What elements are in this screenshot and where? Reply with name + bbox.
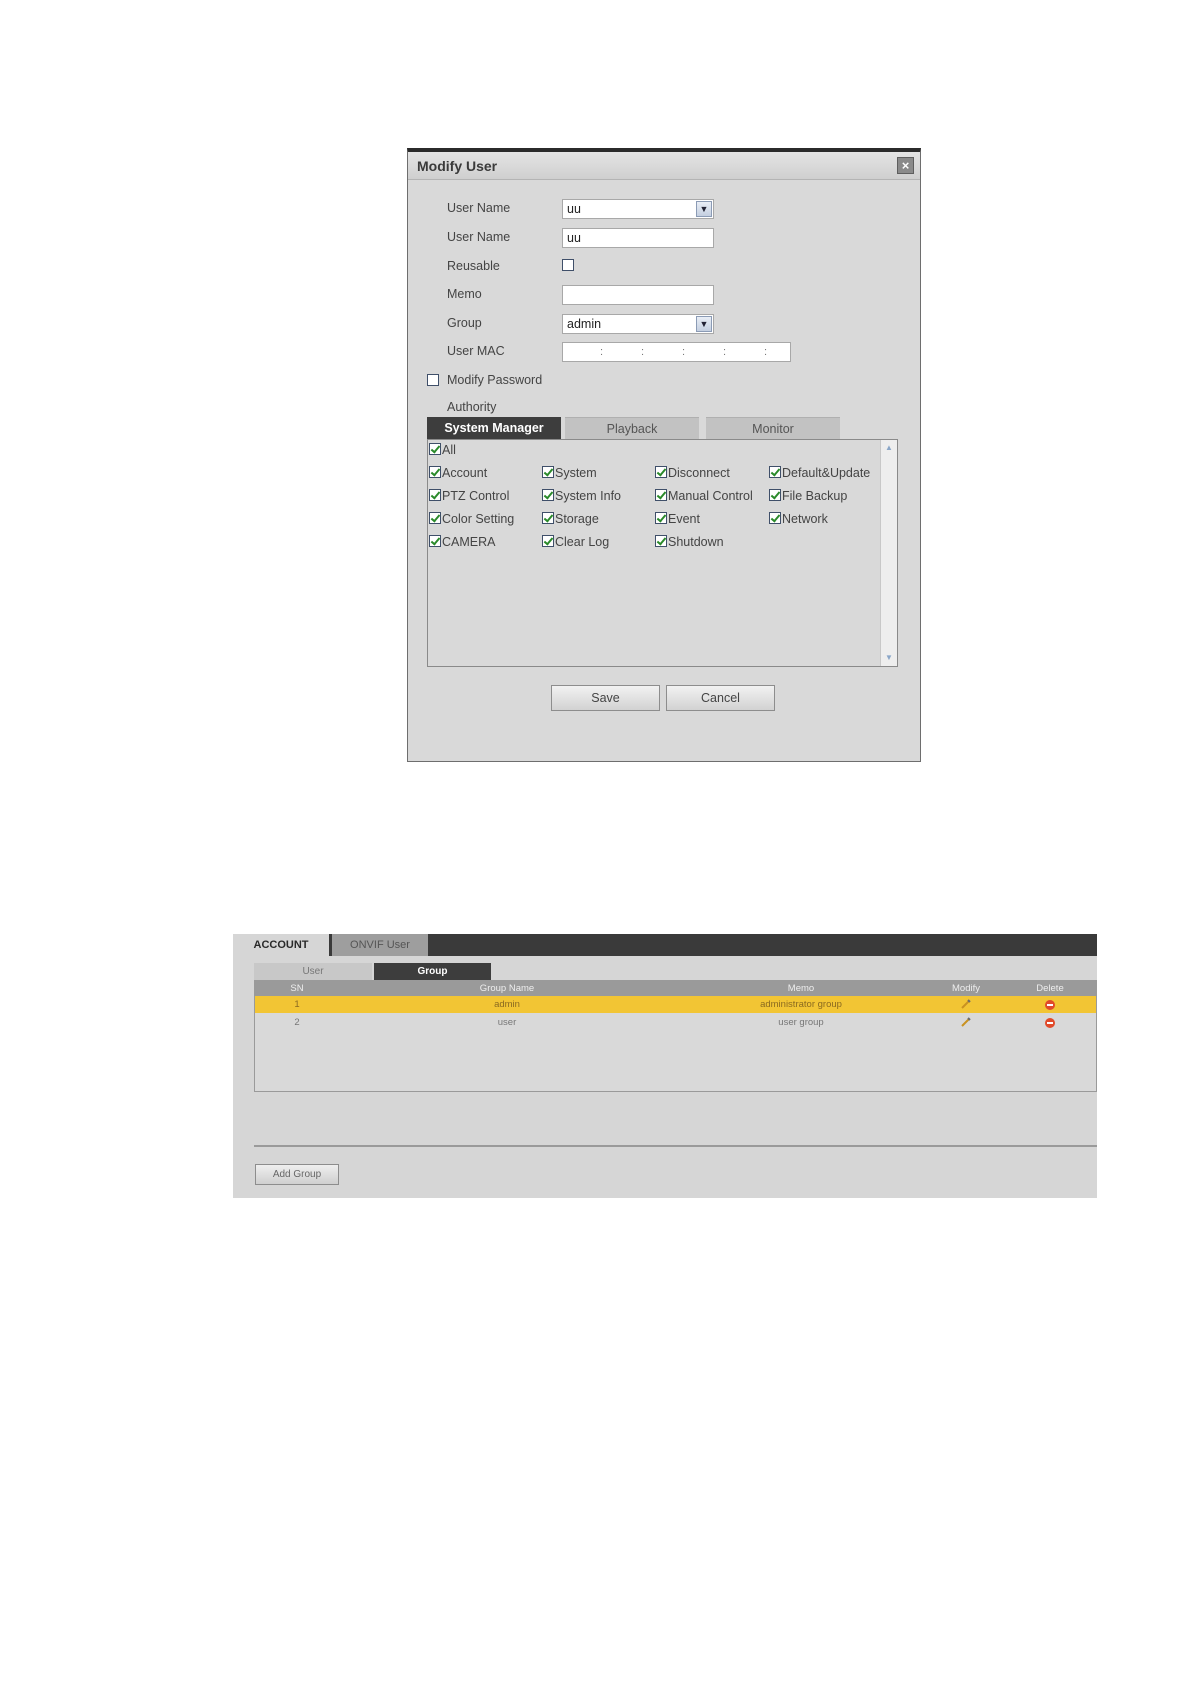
mac-separator: : — [641, 346, 645, 358]
cell-group-name: admin — [494, 999, 520, 1010]
tab-user[interactable]: User — [254, 963, 372, 980]
cancel-button[interactable]: Cancel — [666, 685, 775, 711]
checkbox-checked-icon[interactable] — [429, 466, 441, 478]
permission-item[interactable]: All — [429, 443, 456, 457]
permission-item[interactable]: Default&Update — [769, 466, 870, 480]
tab-onvif-user[interactable]: ONVIF User — [332, 934, 428, 956]
mac-separator: : — [723, 346, 727, 358]
user-select-dropdown[interactable]: uu ▼ — [562, 199, 714, 219]
modify-password-checkbox[interactable] — [427, 374, 439, 386]
user-mac-input[interactable]: : : : : : — [562, 342, 791, 362]
checkbox-checked-icon[interactable] — [429, 535, 441, 547]
account-tab-bar: ACCOUNT ONVIF User — [233, 934, 1097, 956]
tab-account[interactable]: ACCOUNT — [233, 934, 329, 956]
tab-playback[interactable]: Playback — [565, 417, 699, 439]
user-name-input[interactable]: uu — [562, 228, 714, 248]
checkbox-checked-icon[interactable] — [542, 466, 554, 478]
checkbox-checked-icon[interactable] — [769, 512, 781, 524]
dialog-title: Modify User — [417, 158, 498, 174]
authority-label: Authority — [447, 400, 497, 414]
group-value: admin — [567, 317, 602, 331]
checkbox-checked-icon[interactable] — [655, 489, 667, 501]
chevron-down-icon[interactable]: ▼ — [696, 201, 712, 217]
reusable-checkbox[interactable] — [562, 259, 574, 271]
group-table: SN Group Name Memo Modify Delete 1 admin… — [254, 980, 1097, 1092]
scroll-down-icon[interactable]: ▼ — [883, 652, 895, 664]
checkbox-checked-icon[interactable] — [769, 489, 781, 501]
permission-item[interactable]: System Info — [542, 489, 621, 503]
checkbox-checked-icon[interactable] — [655, 512, 667, 524]
account-panel: ACCOUNT ONVIF User User Group SN Group N… — [233, 934, 1097, 1198]
checkbox-checked-icon[interactable] — [429, 512, 441, 524]
column-header-memo: Memo — [787, 983, 815, 994]
memo-label: Memo — [447, 287, 482, 301]
memo-input[interactable] — [562, 285, 714, 305]
permission-item[interactable]: Network — [769, 512, 828, 526]
column-header-delete: Delete — [1036, 983, 1064, 994]
save-button[interactable]: Save — [551, 685, 660, 711]
checkbox-checked-icon[interactable] — [769, 466, 781, 478]
cell-sn: 2 — [294, 1017, 300, 1028]
checkbox-checked-icon[interactable] — [542, 489, 554, 501]
pencil-icon[interactable] — [960, 1016, 972, 1028]
permission-list: All Account System Disconnect Default&Up… — [427, 439, 898, 667]
cell-memo: administrator group — [760, 999, 842, 1010]
user-select-label: User Name — [447, 201, 511, 215]
tab-monitor[interactable]: Monitor — [706, 417, 840, 439]
checkbox-checked-icon[interactable] — [429, 489, 441, 501]
mac-separator: : — [764, 346, 768, 358]
reusable-label: Reusable — [447, 259, 500, 273]
permission-item[interactable]: System — [542, 466, 597, 480]
table-row[interactable]: 1 admin administrator group — [255, 996, 1096, 1013]
permission-item[interactable]: Event — [655, 512, 700, 526]
scroll-up-icon[interactable]: ▲ — [883, 442, 895, 454]
column-header-modify: Modify — [952, 983, 980, 994]
group-dropdown[interactable]: admin ▼ — [562, 314, 714, 334]
group-label: Group — [447, 316, 482, 330]
pencil-icon[interactable] — [960, 998, 972, 1010]
close-icon[interactable]: × — [897, 157, 914, 174]
permission-item[interactable]: Shutdown — [655, 535, 724, 549]
permission-item[interactable]: Disconnect — [655, 466, 730, 480]
chevron-down-icon[interactable]: ▼ — [696, 316, 712, 332]
cell-memo: user group — [778, 1017, 824, 1028]
cell-sn: 1 — [294, 999, 300, 1010]
permission-item[interactable]: Color Setting — [429, 512, 514, 526]
permission-item[interactable]: Manual Control — [655, 489, 753, 503]
vertical-scrollbar[interactable]: ▲ ▼ — [880, 440, 897, 666]
add-group-button[interactable]: Add Group — [255, 1164, 339, 1185]
authority-tabs: System Manager Playback Monitor — [427, 417, 898, 439]
column-header-sn: SN — [290, 983, 304, 994]
modify-user-dialog: Modify User × User Name uu ▼ User Name u… — [407, 148, 921, 762]
permission-item[interactable]: Storage — [542, 512, 599, 526]
checkbox-checked-icon[interactable] — [655, 466, 667, 478]
user-select-value: uu — [567, 202, 581, 216]
checkbox-checked-icon[interactable] — [429, 443, 441, 455]
mac-separator: : — [682, 346, 686, 358]
checkbox-checked-icon[interactable] — [655, 535, 667, 547]
tab-group[interactable]: Group — [374, 963, 491, 980]
permission-item[interactable]: Account — [429, 466, 487, 480]
permission-item[interactable]: CAMERA — [429, 535, 495, 549]
table-header: SN Group Name Memo Modify Delete — [255, 981, 1096, 996]
mac-separator: : — [600, 346, 604, 358]
checkbox-checked-icon[interactable] — [542, 512, 554, 524]
dialog-title-bar: Modify User × — [408, 152, 920, 180]
tab-system-manager[interactable]: System Manager — [427, 417, 561, 439]
table-bottom-divider — [254, 1145, 1097, 1147]
delete-icon[interactable] — [1045, 1000, 1055, 1010]
cell-group-name: user — [497, 1017, 517, 1028]
checkbox-checked-icon[interactable] — [542, 535, 554, 547]
permission-item[interactable]: PTZ Control — [429, 489, 509, 503]
modify-password-label: Modify Password — [447, 373, 543, 387]
permission-item[interactable]: Clear Log — [542, 535, 609, 549]
table-row[interactable]: 2 user user group — [255, 1014, 1096, 1031]
user-name-label: User Name — [447, 230, 511, 244]
permission-item[interactable]: File Backup — [769, 489, 847, 503]
user-mac-label: User MAC — [447, 344, 505, 358]
delete-icon[interactable] — [1045, 1018, 1055, 1028]
column-header-group-name: Group Name — [479, 983, 535, 994]
